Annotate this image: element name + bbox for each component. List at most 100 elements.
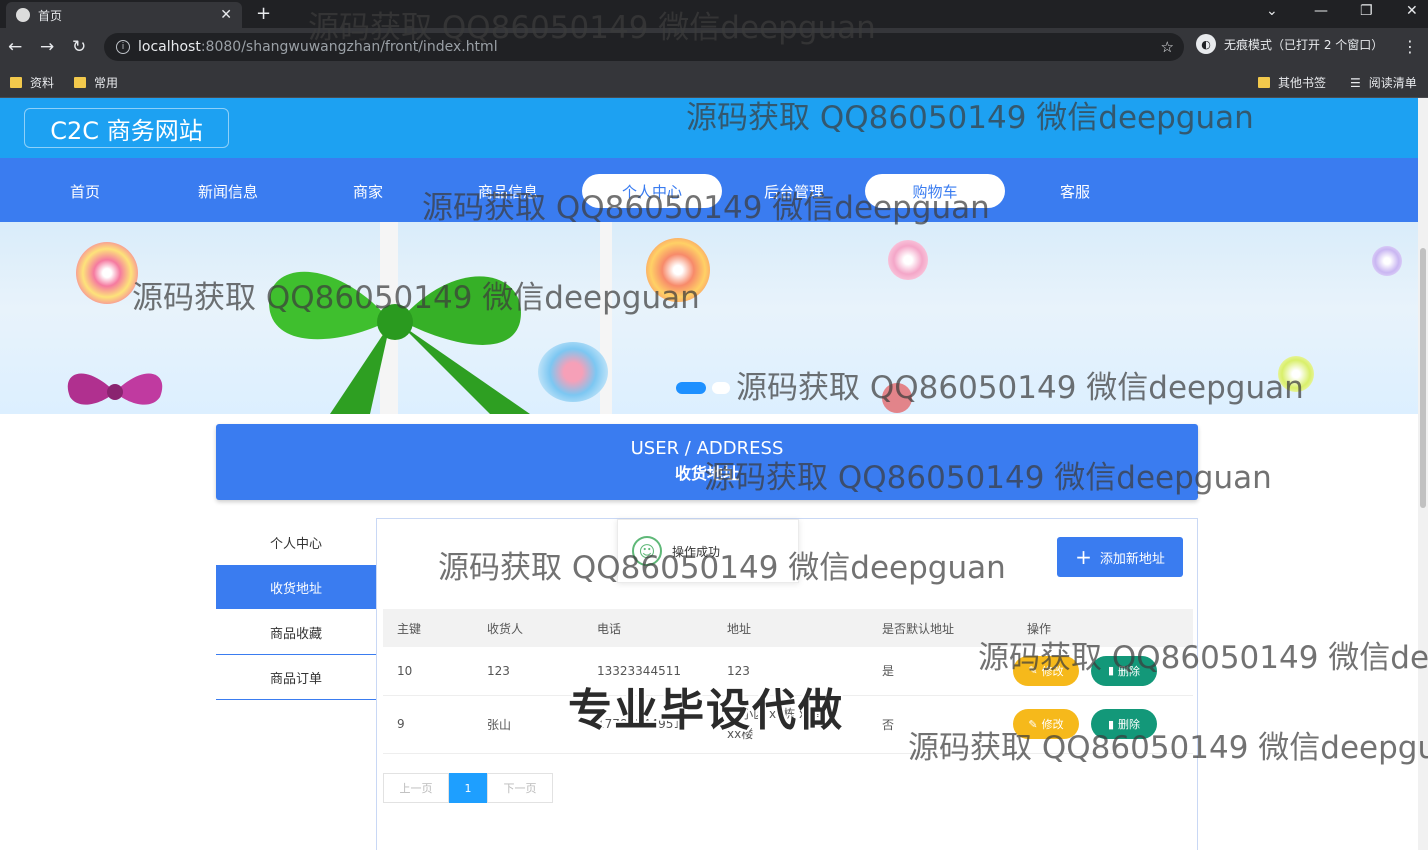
forward-icon[interactable]: → bbox=[40, 37, 54, 57]
edit-label: 修改 bbox=[1041, 718, 1064, 731]
add-address-label: 添加新地址 bbox=[1099, 551, 1165, 567]
back-icon[interactable]: ← bbox=[8, 37, 22, 57]
bookmark-folder-ziliao[interactable]: 资料 bbox=[10, 74, 54, 91]
cell-name: 123 bbox=[473, 647, 583, 696]
browser-tabbar: 首页 ✕ + ⌄ — ❐ ✕ bbox=[0, 0, 1428, 28]
sidebar-item-orders[interactable]: 商品订单 bbox=[216, 655, 376, 700]
col-header-default: 是否默认地址 bbox=[868, 609, 1013, 647]
reading-list[interactable]: ☰ 阅读清单 bbox=[1350, 74, 1417, 91]
cell-id: 9 bbox=[383, 695, 473, 754]
carousel-dot-active[interactable] bbox=[676, 382, 706, 394]
banner-lollipop bbox=[1372, 246, 1402, 276]
smile-icon: ☺ bbox=[632, 536, 662, 566]
carousel-indicators bbox=[676, 382, 730, 394]
carousel-dot[interactable] bbox=[712, 382, 730, 394]
address-bar: ← → ↻ i localhost :8080/shangwuwangzhan/… bbox=[0, 28, 1428, 66]
add-address-button[interactable]: + 添加新地址 bbox=[1057, 537, 1183, 577]
bookmark-folder-changyong[interactable]: 常用 bbox=[74, 74, 118, 91]
new-tab-button[interactable]: + bbox=[256, 3, 271, 24]
menu-icon[interactable]: ⋮ bbox=[1402, 37, 1418, 56]
plus-icon: + bbox=[1075, 545, 1092, 569]
cell-actions: ✎ 修改 ▮ 删除 bbox=[1013, 647, 1193, 696]
bookmark-label: 常用 bbox=[94, 76, 119, 90]
url-host: localhost bbox=[138, 39, 201, 55]
info-icon[interactable]: i bbox=[116, 40, 130, 54]
section-title-en: USER / ADDRESS bbox=[630, 438, 784, 459]
folder-icon bbox=[74, 77, 86, 88]
sidebar-item-favorites[interactable]: 商品收藏 bbox=[216, 610, 376, 655]
cell-actions: ✎ 修改 ▮ 删除 bbox=[1013, 695, 1193, 754]
edit-button[interactable]: ✎ 修改 bbox=[1013, 709, 1079, 739]
col-header-name: 收货人 bbox=[473, 609, 583, 647]
nav-service[interactable]: 客服 bbox=[1005, 174, 1145, 208]
edit-label: 修改 bbox=[1041, 664, 1064, 678]
section-title-cn: 收货地址 bbox=[674, 464, 739, 483]
minimize-icon[interactable]: — bbox=[1314, 3, 1328, 19]
banner-lollipop bbox=[646, 238, 710, 302]
cell-name: 张山 bbox=[473, 695, 583, 754]
edit-button[interactable]: ✎ 修改 bbox=[1013, 655, 1079, 686]
section-title-bar: USER / ADDRESS 收货地址 bbox=[216, 424, 1198, 500]
incognito-label: 无痕模式（已打开 2 个窗口） bbox=[1224, 37, 1384, 52]
sidebar-item-address[interactable]: 收货地址 bbox=[216, 565, 376, 610]
sidebar-menu: 个人中心 收货地址 商品收藏 商品订单 bbox=[216, 520, 376, 700]
page-1-button[interactable]: 1 bbox=[449, 773, 487, 803]
col-header-actions: 操作 bbox=[1013, 609, 1193, 647]
reload-icon[interactable]: ↻ bbox=[72, 37, 86, 57]
pencil-icon: ✎ bbox=[1028, 664, 1038, 678]
browser-tab[interactable]: 首页 ✕ bbox=[6, 2, 242, 28]
col-header-phone: 电话 bbox=[583, 609, 713, 647]
nav-news[interactable]: 新闻信息 bbox=[158, 174, 298, 208]
scrollbar-thumb[interactable] bbox=[1420, 248, 1426, 508]
reading-list-icon: ☰ bbox=[1350, 75, 1361, 90]
tab-title: 首页 bbox=[38, 8, 63, 23]
nav-merchants[interactable]: 商家 bbox=[298, 174, 438, 208]
site-header: C2C 商务网站 bbox=[0, 98, 1418, 158]
next-page-button[interactable]: 下一页 bbox=[487, 773, 553, 803]
cell-default: 否 bbox=[868, 695, 1013, 754]
bookmark-star-icon[interactable]: ☆ bbox=[1161, 38, 1174, 56]
incognito-indicator[interactable]: ◐ 无痕模式（已打开 2 个窗口） bbox=[1196, 34, 1383, 54]
sidebar-item-personal-center[interactable]: 个人中心 bbox=[216, 520, 376, 565]
table-header-row: 主键 收货人 电话 地址 是否默认地址 操作 bbox=[383, 609, 1193, 647]
chevron-down-icon[interactable]: ⌄ bbox=[1266, 3, 1278, 19]
restore-icon[interactable]: ❐ bbox=[1360, 3, 1373, 19]
purple-bow-image bbox=[67, 373, 163, 405]
bookmark-label: 资料 bbox=[30, 76, 55, 90]
banner-carousel[interactable] bbox=[0, 222, 1418, 414]
delete-button[interactable]: ▮ 删除 bbox=[1091, 655, 1157, 686]
toast-message: 操作成功 bbox=[672, 544, 721, 559]
banner-lollipop bbox=[1278, 356, 1314, 392]
reading-list-label: 阅读清单 bbox=[1368, 76, 1417, 90]
nav-cart[interactable]: 购物车 bbox=[865, 174, 1005, 208]
url-path: :8080/shangwuwangzhan/front/index.html bbox=[200, 39, 498, 55]
incognito-icon: ◐ bbox=[1196, 34, 1216, 54]
globe-icon bbox=[16, 8, 30, 22]
cell-default: 是 bbox=[868, 647, 1013, 696]
window-close-icon[interactable]: ✕ bbox=[1406, 3, 1418, 19]
tab-close-icon[interactable]: ✕ bbox=[220, 7, 232, 23]
nav-personal-center[interactable]: 个人中心 bbox=[582, 174, 722, 208]
success-toast: ☺ 操作成功 bbox=[617, 519, 799, 583]
nav-home[interactable]: 首页 bbox=[15, 174, 155, 208]
delete-button[interactable]: ▮ 删除 bbox=[1091, 709, 1157, 739]
delete-label: 删除 bbox=[1118, 718, 1141, 731]
page-scrollbar[interactable] bbox=[1418, 98, 1428, 850]
url-input[interactable]: i localhost :8080/shangwuwangzhan/front/… bbox=[104, 33, 1184, 61]
trash-icon: ▮ bbox=[1107, 717, 1115, 731]
other-bookmarks-label: 其他书签 bbox=[1278, 76, 1327, 90]
nav-admin[interactable]: 后台管理 bbox=[724, 174, 864, 208]
other-bookmarks[interactable]: 其他书签 bbox=[1258, 74, 1326, 91]
prev-page-button[interactable]: 上一页 bbox=[383, 773, 449, 803]
main-nav: 首页 新闻信息 商家 商品信息 个人中心 后台管理 购物车 客服 bbox=[0, 158, 1418, 222]
pagination: 上一页 1 下一页 bbox=[383, 773, 553, 803]
site-logo[interactable]: C2C 商务网站 bbox=[24, 108, 229, 148]
col-header-id: 主键 bbox=[383, 609, 473, 647]
banner-lollipop bbox=[76, 242, 138, 304]
cell-id: 10 bbox=[383, 647, 473, 696]
nav-products[interactable]: 商品信息 bbox=[438, 174, 578, 208]
green-bow-image bbox=[269, 271, 530, 414]
promo-caption: 专业毕设代做 bbox=[568, 685, 844, 736]
bookmarks-bar: 资料 常用 其他书签 ☰ 阅读清单 bbox=[0, 66, 1428, 98]
folder-icon bbox=[1258, 77, 1270, 88]
